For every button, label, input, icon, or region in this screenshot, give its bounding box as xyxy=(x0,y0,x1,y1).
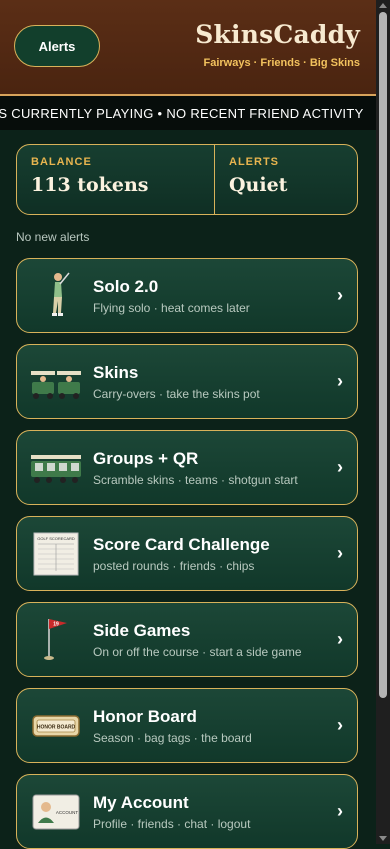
account-card-label: ACCOUNT xyxy=(56,810,79,815)
cart-fleet-icon xyxy=(29,441,83,495)
scorecard-label: GOLF SCORECARD xyxy=(37,536,75,541)
menu-item-subtitle: posted rounds · friends · chips xyxy=(93,559,255,573)
flag-pin-icon: 19 xyxy=(29,613,83,667)
menu-item-title: My Account xyxy=(93,793,189,812)
scrollbar[interactable] xyxy=(376,0,390,844)
alerts-button[interactable]: Alerts xyxy=(14,25,100,67)
golf-carts-icon xyxy=(29,355,83,409)
account-card-icon: ACCOUNT xyxy=(29,785,83,839)
menu-item-subtitle: On or off the course · start a side game xyxy=(93,645,302,659)
menu-item-title: Honor Board xyxy=(93,707,197,726)
menu-item-groups-qr[interactable]: Groups + QR Scramble skins · teams · sho… xyxy=(16,430,358,505)
menu-item-side-games[interactable]: 19 Side Games On or off the course · sta… xyxy=(16,602,358,677)
menu-item-subtitle: Season · bag tags · the board xyxy=(93,731,252,745)
alerts-label: ALERTS xyxy=(229,156,279,168)
app-title: SkinsCaddy xyxy=(195,20,360,49)
status-card: BALANCE 113 tokens ALERTS Quiet xyxy=(16,144,358,215)
menu-item-honor-board[interactable]: HONOR BOARD Honor Board Season · bag tag… xyxy=(16,688,358,763)
chevron-right-icon: › xyxy=(337,543,343,563)
menu-item-title: Skins xyxy=(93,363,139,382)
chevron-right-icon: › xyxy=(337,801,343,821)
scorecard-icon: GOLF SCORECARD xyxy=(29,527,83,581)
menu-item-title: Side Games xyxy=(93,621,191,640)
menu-item-subtitle: Carry-overs · take the skins pot xyxy=(93,387,260,401)
app-subtitle: Fairways · Friends · Big Skins xyxy=(203,57,361,69)
app-header: Alerts SkinsCaddy Fairways · Friends · B… xyxy=(0,0,376,96)
menu-item-title: Solo 2.0 xyxy=(93,277,159,296)
menu-item-subtitle: Scramble skins · teams · shotgun start xyxy=(93,473,298,487)
alerts-panel: ALERTS Quiet xyxy=(215,145,357,214)
menu-item-title: Groups + QR xyxy=(93,449,199,468)
menu-item-subtitle: Profile · friends · chat · logout xyxy=(93,817,251,831)
scroll-up-arrow[interactable] xyxy=(379,3,387,8)
menu-item-solo[interactable]: Solo 2.0 Flying solo · heat comes later … xyxy=(16,258,358,333)
menu-item-skins[interactable]: Skins Carry-overs · take the skins pot › xyxy=(16,344,358,419)
golfer-icon xyxy=(29,269,83,323)
chevron-right-icon: › xyxy=(337,629,343,649)
chevron-right-icon: › xyxy=(337,457,343,477)
flag-number: 19 xyxy=(53,622,59,628)
alerts-value: Quiet xyxy=(229,174,288,196)
honor-plaque-icon: HONOR BOARD xyxy=(29,699,83,753)
ticker-text: OS CURRENTLY PLAYING • NO RECENT FRIEND … xyxy=(0,106,364,121)
menu-item-title: Score Card Challenge xyxy=(93,535,270,554)
menu-item-my-account[interactable]: ACCOUNT My Account Profile · friends · c… xyxy=(16,774,358,849)
balance-value: 113 tokens xyxy=(31,174,149,196)
chevron-right-icon: › xyxy=(337,285,343,305)
scroll-down-arrow[interactable] xyxy=(379,836,387,841)
balance-label: BALANCE xyxy=(31,156,92,168)
activity-ticker: OS CURRENTLY PLAYING • NO RECENT FRIEND … xyxy=(0,96,376,130)
menu-item-subtitle: Flying solo · heat comes later xyxy=(93,301,250,315)
chevron-right-icon: › xyxy=(337,715,343,735)
balance-panel: BALANCE 113 tokens xyxy=(17,145,215,214)
chevron-right-icon: › xyxy=(337,371,343,391)
plaque-label: HONOR BOARD xyxy=(37,725,76,731)
menu-item-score-card-challenge[interactable]: GOLF SCORECARD Score Card Challenge post… xyxy=(16,516,358,591)
scroll-thumb[interactable] xyxy=(379,12,387,698)
alerts-note: No new alerts xyxy=(16,230,90,244)
